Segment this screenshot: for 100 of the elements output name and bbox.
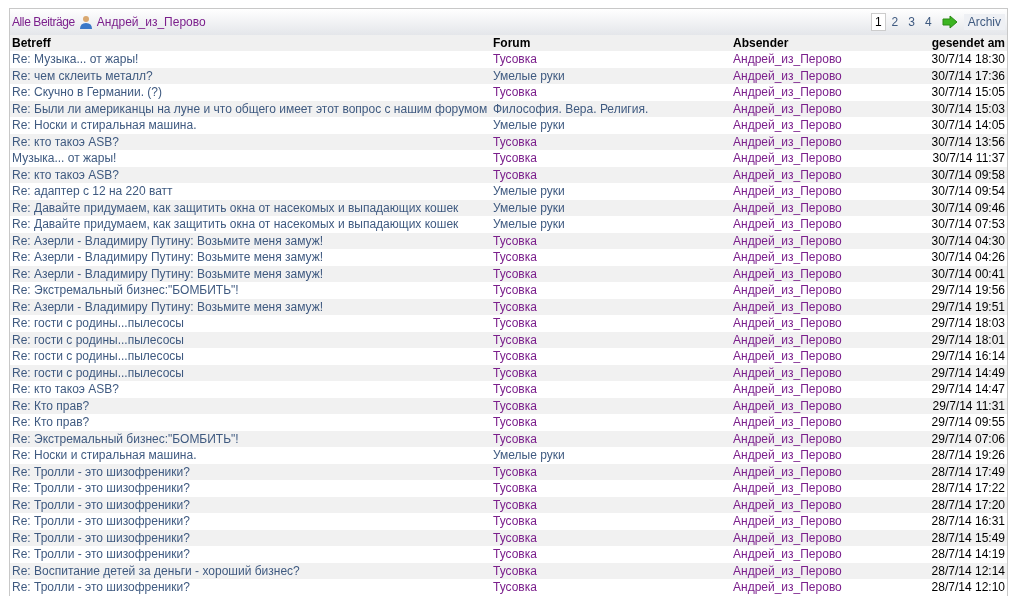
forum-link[interactable]: Тусовка bbox=[493, 514, 537, 529]
subject-link[interactable]: Re: Носки и стиральная машина. bbox=[12, 448, 197, 463]
forum-link[interactable]: Тусовка bbox=[493, 382, 537, 397]
page-button[interactable]: 3 bbox=[904, 13, 919, 31]
forum-link[interactable]: Тусовка bbox=[493, 431, 537, 446]
subject-link[interactable]: Re: Музыка... от жары! bbox=[12, 52, 139, 67]
sent-date: 28/7/14 12:10 bbox=[931, 580, 1005, 595]
forum-link[interactable]: Тусовка bbox=[493, 250, 537, 265]
subject-link[interactable]: Re: Тролли - это шизофреники? bbox=[12, 514, 190, 529]
subject-link[interactable]: Re: Кто прав? bbox=[12, 398, 90, 413]
sent-date: 29/7/14 18:03 bbox=[931, 316, 1005, 331]
page-button[interactable]: 1 bbox=[870, 13, 886, 31]
forum-link[interactable]: Тусовка bbox=[493, 464, 537, 479]
forum-link[interactable]: Тусовка bbox=[493, 415, 537, 430]
user-link[interactable]: Андрей_из_Перово bbox=[96, 15, 206, 29]
user-icon bbox=[78, 15, 93, 29]
archive-button[interactable]: Archiv bbox=[963, 14, 1005, 30]
sent-date: 29/7/14 14:49 bbox=[931, 365, 1005, 380]
subject-link[interactable]: Re: кто такоэ ASB? bbox=[12, 382, 119, 397]
sender-link[interactable]: Андрей_из_Перово bbox=[733, 448, 842, 463]
subject-link[interactable]: Re: Тролли - это шизофреники? bbox=[12, 547, 190, 562]
forum-link[interactable]: Тусовка bbox=[493, 481, 537, 496]
forum-link[interactable]: Тусовка bbox=[493, 134, 537, 149]
forum-link[interactable]: Умелые руки bbox=[493, 184, 565, 199]
sender-link[interactable]: Андрей_из_Перово bbox=[733, 52, 842, 67]
forum-link[interactable]: Тусовка bbox=[493, 316, 537, 331]
sender-link[interactable]: Андрей_из_Перово bbox=[733, 415, 842, 430]
column-header: Forum bbox=[493, 36, 531, 50]
subject-link[interactable]: Re: Давайте придумаем, как защитить окна от насекомых и выпадающих кошек bbox=[12, 217, 459, 232]
subject-link[interactable]: Re: Азерли - Владимиру Путину: Возьмите меня замуж! bbox=[12, 250, 324, 265]
sent-date: 28/7/14 19:26 bbox=[931, 448, 1005, 463]
sent-date: 29/7/14 16:14 bbox=[931, 349, 1005, 364]
sent-date: 30/7/14 15:03 bbox=[931, 101, 1005, 116]
sent-date: 30/7/14 04:30 bbox=[931, 233, 1005, 248]
sender-link[interactable]: Андрей_из_Перово bbox=[733, 349, 842, 364]
sender-link[interactable]: Андрей_из_Перово bbox=[733, 316, 842, 331]
forum-link[interactable]: Умелые руки bbox=[493, 217, 565, 232]
forum-link[interactable]: Тусовка bbox=[493, 85, 537, 100]
subject-link[interactable]: Re: кто такоэ ASB? bbox=[12, 134, 119, 149]
sent-date: 30/7/14 17:36 bbox=[931, 68, 1005, 83]
forum-link[interactable]: Тусовка bbox=[493, 266, 537, 281]
forum-link[interactable]: Тусовка bbox=[493, 563, 537, 578]
sender-link[interactable]: Андрей_из_Перово bbox=[733, 283, 842, 298]
forum-link[interactable]: Тусовка bbox=[493, 497, 537, 512]
sender-link[interactable]: Андрей_из_Перово bbox=[733, 217, 842, 232]
subject-link[interactable]: Re: Экстремальный бизнес:"БОМБИТЬ"! bbox=[12, 283, 239, 298]
next-arrow-icon[interactable] bbox=[941, 15, 958, 29]
forum-link[interactable]: Умелые руки bbox=[493, 448, 565, 463]
subject-link[interactable]: Re: Кто прав? bbox=[12, 415, 90, 430]
sent-date: 28/7/14 17:20 bbox=[931, 497, 1005, 512]
sender-link[interactable]: Андрей_из_Перово bbox=[733, 184, 842, 199]
subject-link[interactable]: Re: Носки и стиральная машина. bbox=[12, 118, 197, 133]
sent-date: 28/7/14 14:19 bbox=[931, 547, 1005, 562]
sender-link[interactable]: Андрей_из_Перово bbox=[733, 580, 842, 595]
subject-link[interactable]: Re: кто такоэ ASB? bbox=[12, 167, 119, 182]
sent-date: 28/7/14 16:31 bbox=[931, 514, 1005, 529]
subject-link[interactable]: Re: Скучно в Германии. (?) bbox=[12, 85, 162, 100]
subject-link[interactable]: Музыка... от жары! bbox=[12, 151, 117, 166]
forum-link[interactable]: Тусовка bbox=[493, 547, 537, 562]
sender-link[interactable]: Андрей_из_Перово bbox=[733, 85, 842, 100]
sent-date: 28/7/14 17:49 bbox=[931, 464, 1005, 479]
sender-link[interactable]: Андрей_из_Перово bbox=[733, 118, 842, 133]
sender-link[interactable]: Андрей_из_Перово bbox=[733, 547, 842, 562]
forum-link[interactable]: Тусовка bbox=[493, 283, 537, 298]
sender-link[interactable]: Андрей_из_Перово bbox=[733, 481, 842, 496]
forum-link[interactable]: Тусовка bbox=[493, 52, 537, 67]
sent-date: 30/7/14 09:54 bbox=[931, 184, 1005, 199]
sender-link[interactable]: Андрей_из_Перово bbox=[733, 151, 842, 166]
subject-link[interactable]: Re: Тролли - это шизофреники? bbox=[12, 580, 190, 595]
sent-date: 30/7/14 09:46 bbox=[931, 200, 1005, 215]
sent-date: 29/7/14 11:31 bbox=[932, 398, 1005, 413]
forum-link[interactable]: Умелые руки bbox=[493, 118, 565, 133]
page-button[interactable]: 2 bbox=[887, 13, 903, 31]
forum-link[interactable]: Тусовка bbox=[493, 530, 537, 545]
forum-link[interactable]: Тусовка bbox=[493, 299, 537, 314]
forum-link[interactable]: Тусовка bbox=[493, 332, 537, 347]
forum-link[interactable]: Тусовка bbox=[493, 580, 537, 595]
subject-link[interactable]: Re: гости с родины...пылесосы bbox=[12, 316, 184, 331]
sender-link[interactable]: Андрей_из_Перово bbox=[733, 382, 842, 397]
forum-link[interactable]: Тусовка bbox=[493, 349, 537, 364]
forum-link[interactable]: Тусовка bbox=[493, 398, 537, 413]
forum-link[interactable]: Тусовка bbox=[493, 365, 537, 380]
forum-link[interactable]: Тусовка bbox=[493, 167, 537, 182]
sent-date: 29/7/14 07:06 bbox=[931, 431, 1005, 446]
sent-date: 30/7/14 07:53 bbox=[931, 217, 1005, 232]
subject-link[interactable]: Re: адаптер с 12 на 220 ватт bbox=[12, 184, 173, 199]
sent-date: 29/7/14 09:55 bbox=[931, 415, 1005, 430]
forum-link[interactable]: Тусовка bbox=[493, 151, 537, 166]
sent-date: 30/7/14 15:05 bbox=[931, 85, 1005, 100]
sent-date: 30/7/14 00:41 bbox=[931, 266, 1005, 281]
sender-link[interactable]: Андрей_из_Перово bbox=[733, 250, 842, 265]
all-posts-link[interactable]: Alle Beiträge bbox=[12, 15, 75, 29]
sender-link[interactable]: Андрей_из_Перово bbox=[733, 514, 842, 529]
sent-date: 28/7/14 12:14 bbox=[931, 563, 1005, 578]
column-header: gesendet am bbox=[931, 36, 1005, 50]
subject-link[interactable]: Re: гости с родины...пылесосы bbox=[12, 349, 184, 364]
sent-date: 30/7/14 04:26 bbox=[931, 250, 1005, 265]
page-button[interactable]: 4 bbox=[920, 13, 936, 31]
subject-link[interactable]: Re: Тролли - это шизофреники? bbox=[12, 481, 190, 496]
forum-link[interactable]: Тусовка bbox=[493, 233, 537, 248]
